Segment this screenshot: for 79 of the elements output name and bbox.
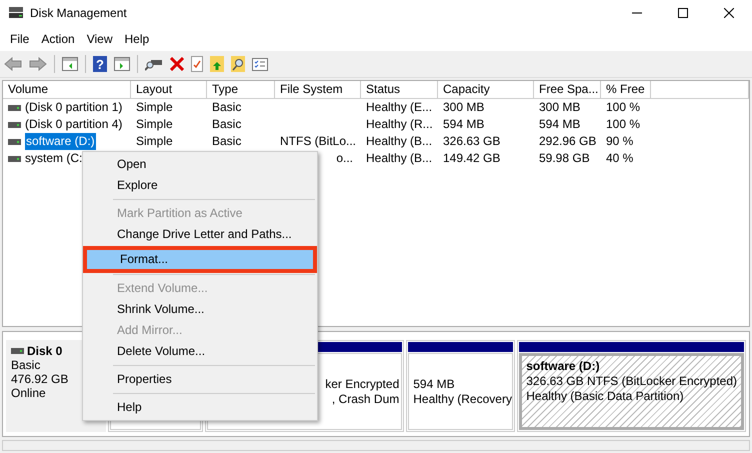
table-cell: 59.98 GB [539,150,590,167]
table-cell: 300 MB [443,99,484,116]
menu-item[interactable]: Format... [86,249,314,270]
menu-item[interactable]: Explore [83,175,317,196]
volume-name[interactable]: software (D:) [25,133,96,150]
panel-icon[interactable] [114,57,130,71]
delete-icon[interactable] [170,57,184,71]
table-cell: Healthy (R... [366,116,433,133]
menu-item[interactable]: Properties [83,369,317,390]
column-header[interactable]: Layout [131,81,207,98]
column-header[interactable]: Capacity [438,81,534,98]
partition-info: , Crash Dum [332,392,400,406]
partition-info: Healthy (Basic Data Partition) [526,389,685,404]
table-cell: Simple [136,133,173,150]
back-arrow-icon[interactable] [4,57,22,71]
table-cell: Simple [136,116,173,133]
partition-info: 326.63 GB NTFS (BitLocker Encrypted) [526,374,737,389]
table-cell: 594 MB [443,116,484,133]
table-cell: 149.42 GB [443,150,500,167]
table-cell: Basic [212,116,242,133]
disk-info: Online [11,386,47,400]
disk-name: Disk 0 [27,344,62,358]
checklist-icon[interactable] [252,58,268,70]
table-cell: Healthy (B... [366,133,432,150]
disk-drive-icon [8,122,21,128]
partition-name: software (D:) [526,359,601,374]
table-cell: 100 % [606,116,640,133]
partition-block[interactable]: software (D:) 326.63 GB NTFS (BitLocker Encrypted) Healthy (Basic Data Partition) [517,340,746,432]
forward-arrow-icon[interactable] [29,57,47,71]
table-cell: Basic [212,133,242,150]
checked-document-icon[interactable] [191,56,203,72]
table-cell: NTFS (BitLo... [280,133,356,150]
column-header[interactable]: Status [361,81,438,98]
menu-item[interactable]: Help [83,397,317,418]
volume-name[interactable]: (Disk 0 partition 1) [25,99,122,116]
table-cell: o... [336,150,353,167]
menu-item[interactable]: Delete Volume... [83,341,317,362]
disk-info: Basic [11,358,42,372]
disk-drive-icon [11,348,24,354]
table-cell: Simple [136,99,173,116]
magnifier-icon[interactable] [145,57,163,71]
column-header[interactable]: % Free [601,81,651,98]
column-header[interactable]: Free Spa... [534,81,601,98]
table-cell: Healthy (B... [366,150,432,167]
menu-item[interactable]: Open [83,154,317,175]
disk-drive-icon [8,104,21,110]
window-title: Disk Management [30,6,127,20]
disk-info: 476.92 GB [11,372,70,386]
search-icon[interactable] [231,56,245,72]
table-cell: 40 % [606,150,634,167]
partition-info: ker Encrypted [325,376,400,392]
table-cell: 594 MB [539,116,580,133]
table-cell: 326.63 GB [443,133,500,150]
disk-drive-icon [8,6,24,20]
volume-name[interactable]: (Disk 0 partition 4) [25,116,122,133]
table-cell: Basic [212,99,242,116]
close-icon[interactable] [724,8,734,18]
partition-info: 594 MB [413,376,456,392]
menu-item[interactable]: View [80,32,118,46]
menu-item[interactable]: Shrink Volume... [83,299,317,320]
menu-item[interactable]: Help [118,32,156,46]
partition-block[interactable]: 594 MB Healthy (Recovery [406,340,516,432]
column-header[interactable]: Type [207,81,275,98]
column-header[interactable]: File System [275,81,361,98]
table-cell: 90 % [606,133,634,150]
table-cell: 292.96 GB [539,133,596,150]
menu-item[interactable]: Action [35,32,81,46]
table-cell: 100 % [606,99,640,116]
column-header[interactable]: Volume [3,81,131,98]
maximize-icon[interactable] [678,8,688,18]
volume-name[interactable]: system (C: [25,150,82,167]
disk-drive-icon [8,138,21,144]
table-cell: 300 MB [539,99,580,116]
menu-item[interactable]: File [4,32,36,46]
disk-drive-icon [8,156,21,162]
table-cell: Healthy (E... [366,99,432,116]
help-icon[interactable]: ? [93,56,107,72]
menu-item[interactable]: Change Drive Letter and Paths... [83,224,317,245]
panel-icon[interactable] [62,57,78,71]
